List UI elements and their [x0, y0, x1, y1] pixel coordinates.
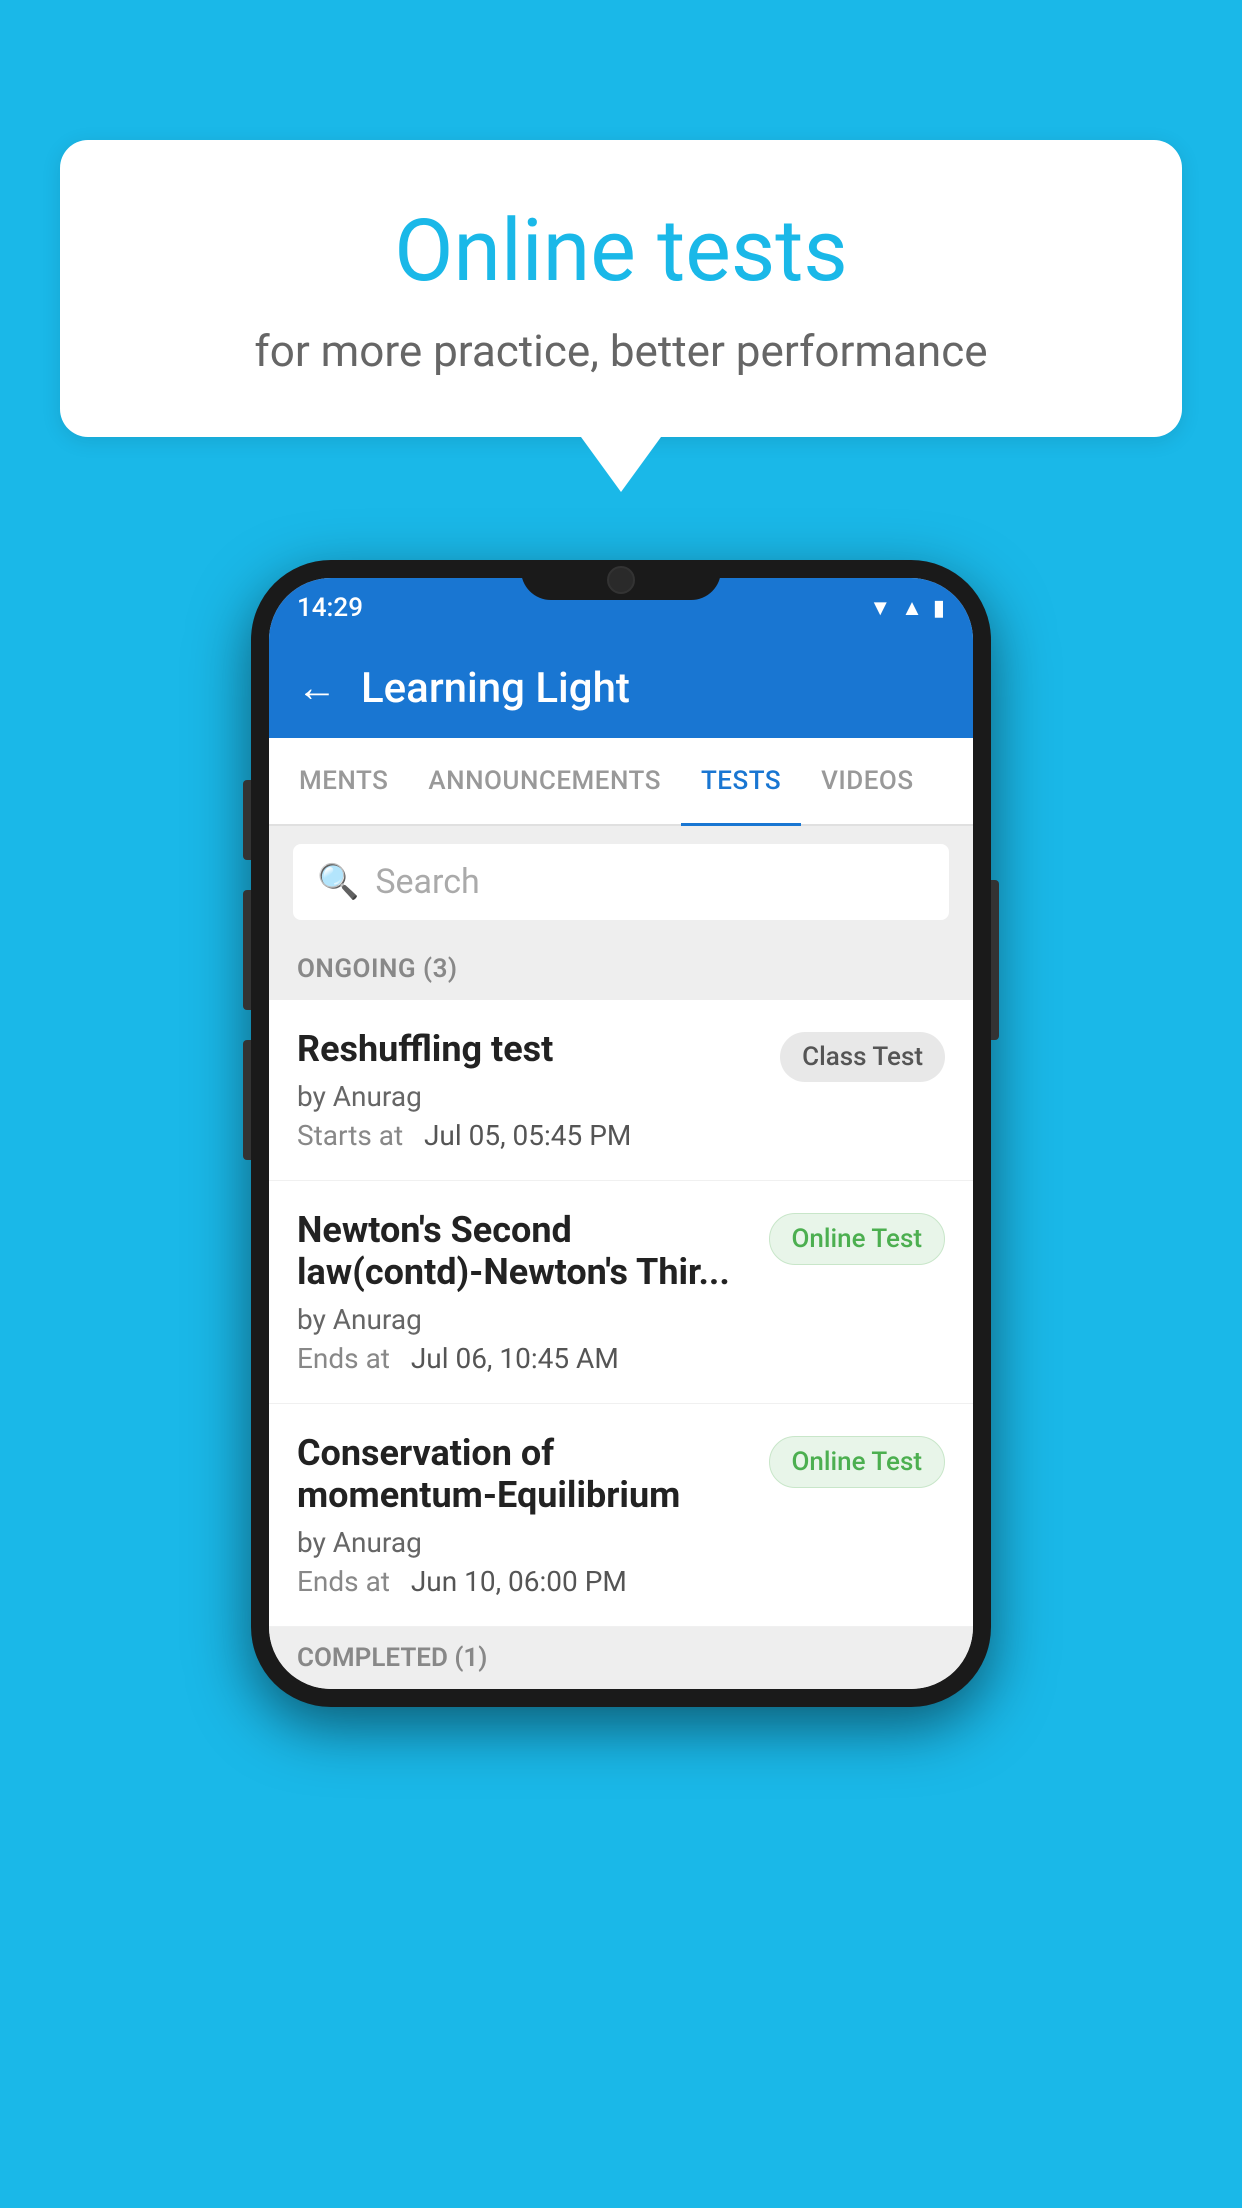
time-label-reshuffling: Starts at: [297, 1119, 417, 1152]
time-label-conservation: Ends at: [297, 1565, 404, 1598]
tab-videos[interactable]: VIDEOS: [801, 738, 933, 824]
speech-bubble-title: Online tests: [140, 200, 1102, 301]
test-name-reshuffling: Reshuffling test: [297, 1028, 764, 1070]
test-item-newton[interactable]: Newton's Second law(contd)-Newton's Thir…: [269, 1181, 973, 1404]
ongoing-section-label: ONGOING (3): [269, 938, 973, 1000]
badge-online-conservation: Online Test: [769, 1436, 946, 1488]
speech-bubble-arrow: [581, 437, 661, 492]
search-bar[interactable]: 🔍 Search: [293, 844, 949, 920]
badge-online-newton: Online Test: [769, 1213, 946, 1265]
phone-screen: 14:29 ▼ ▲ ▮ ← Learning Light MENTS ANNOU…: [269, 578, 973, 1689]
test-time-newton: Ends at Jul 06, 10:45 AM: [297, 1342, 753, 1375]
tab-tests[interactable]: TESTS: [681, 738, 801, 824]
speech-bubble-wrapper: Online tests for more practice, better p…: [60, 140, 1182, 492]
battery-icon: ▮: [933, 596, 945, 621]
test-info-newton: Newton's Second law(contd)-Newton's Thir…: [297, 1209, 753, 1375]
speech-bubble-subtitle: for more practice, better performance: [140, 325, 1102, 377]
signal-icon: ▲: [901, 595, 923, 621]
test-time-conservation: Ends at Jun 10, 06:00 PM: [297, 1565, 753, 1598]
phone-wrapper: 14:29 ▼ ▲ ▮ ← Learning Light MENTS ANNOU…: [251, 560, 991, 1707]
test-item-reshuffling[interactable]: Reshuffling test by Anurag Starts at Jul…: [269, 1000, 973, 1181]
phone-notch: [521, 560, 721, 600]
wifi-icon: ▼: [869, 595, 891, 621]
search-icon: 🔍: [317, 862, 359, 902]
search-input[interactable]: Search: [375, 862, 479, 902]
test-name-conservation: Conservation of momentum-Equilibrium: [297, 1432, 753, 1516]
app-title: Learning Light: [361, 664, 630, 713]
phone-outer: 14:29 ▼ ▲ ▮ ← Learning Light MENTS ANNOU…: [251, 560, 991, 1707]
test-name-newton: Newton's Second law(contd)-Newton's Thir…: [297, 1209, 753, 1293]
time-value-newton: Jul 06, 10:45 AM: [411, 1342, 619, 1375]
test-info-conservation: Conservation of momentum-Equilibrium by …: [297, 1432, 753, 1598]
tab-ments[interactable]: MENTS: [279, 738, 408, 824]
test-author-conservation: by Anurag: [297, 1526, 753, 1559]
speech-bubble: Online tests for more practice, better p…: [60, 140, 1182, 437]
tabs-container: MENTS ANNOUNCEMENTS TESTS VIDEOS: [269, 738, 973, 826]
search-container: 🔍 Search: [269, 826, 973, 938]
test-time-reshuffling: Starts at Jul 05, 05:45 PM: [297, 1119, 764, 1152]
tab-announcements[interactable]: ANNOUNCEMENTS: [408, 738, 681, 824]
test-author-newton: by Anurag: [297, 1303, 753, 1336]
time-value-conservation: Jun 10, 06:00 PM: [411, 1565, 627, 1598]
back-button[interactable]: ←: [297, 668, 337, 708]
phone-button-volume-down: [243, 890, 251, 1010]
app-header: ← Learning Light: [269, 638, 973, 738]
phone-button-volume-up: [243, 780, 251, 860]
status-time: 14:29: [297, 593, 363, 623]
test-info-reshuffling: Reshuffling test by Anurag Starts at Jul…: [297, 1028, 764, 1152]
test-item-conservation[interactable]: Conservation of momentum-Equilibrium by …: [269, 1404, 973, 1627]
phone-camera: [607, 566, 635, 594]
time-value-reshuffling: Jul 05, 05:45 PM: [424, 1119, 631, 1152]
test-author-reshuffling: by Anurag: [297, 1080, 764, 1113]
status-icons: ▼ ▲ ▮: [869, 595, 945, 621]
phone-button-power: [991, 880, 999, 1040]
badge-class-test-reshuffling: Class Test: [780, 1032, 945, 1082]
time-label-newton: Ends at: [297, 1342, 404, 1375]
phone-button-extra: [243, 1040, 251, 1160]
completed-section-label: COMPLETED (1): [269, 1627, 973, 1689]
